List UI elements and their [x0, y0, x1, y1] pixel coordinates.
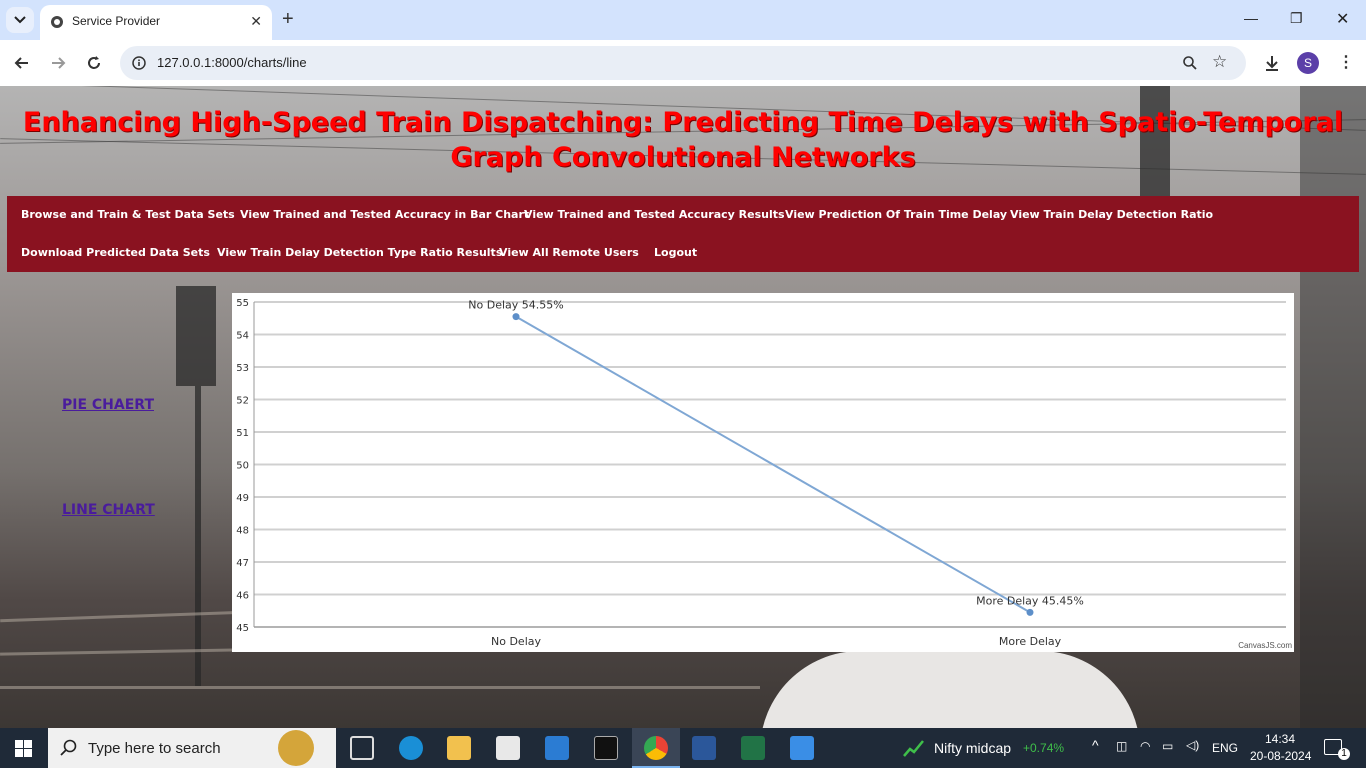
search-placeholder: Type here to search — [88, 740, 221, 757]
chart-credit[interactable]: CanvasJS.com — [1238, 641, 1292, 650]
signal-post — [195, 386, 201, 686]
chrome-icon — [644, 736, 668, 760]
browser-toolbar: 127.0.0.1:8000/charts/line ☆ S ⋮ — [0, 40, 1366, 86]
browser-tab-bar: Service Provider ✕ + — ❐ ✕ — [0, 0, 1366, 40]
chrome-taskbar-active[interactable] — [632, 728, 680, 768]
profile-avatar[interactable]: S — [1297, 52, 1319, 74]
nav-logout[interactable]: Logout — [654, 246, 697, 259]
y-tick-label: 49 — [236, 493, 249, 504]
restore-icon[interactable]: ❐ — [1290, 10, 1303, 27]
y-tick-label: 51 — [236, 428, 249, 439]
search-highlight-icon — [278, 730, 314, 766]
globe-icon — [51, 16, 63, 28]
y-tick-label: 50 — [236, 461, 249, 472]
excel-icon[interactable] — [741, 736, 765, 760]
taskbar-search[interactable]: Type here to search — [48, 728, 336, 768]
notification-count: 1 — [1338, 748, 1350, 760]
new-tab-button[interactable]: + — [282, 8, 294, 30]
windows-start-icon[interactable] — [15, 740, 32, 757]
rail-track — [0, 686, 760, 689]
language-indicator[interactable]: ENG — [1212, 741, 1238, 755]
nav-delay-detection-ratio[interactable]: View Train Delay Detection Ratio — [1010, 208, 1213, 221]
reload-icon[interactable] — [84, 53, 104, 73]
signal-light — [176, 286, 216, 386]
wifi-icon[interactable]: ◠ — [1140, 739, 1150, 753]
clock-time[interactable]: 14:34 — [1265, 732, 1295, 746]
catenary-mast — [1300, 86, 1366, 728]
page-title-line2: Graph Convolutional Networks — [450, 142, 916, 173]
y-tick-label: 47 — [236, 558, 249, 569]
file-explorer-icon[interactable] — [447, 736, 471, 760]
battery-icon[interactable]: ▭ — [1162, 739, 1173, 753]
line-chart-link[interactable]: LINE CHART — [62, 502, 155, 518]
close-tab-icon[interactable]: ✕ — [250, 13, 262, 30]
clock-date[interactable]: 20-08-2024 — [1250, 749, 1311, 763]
photos-icon[interactable] — [790, 736, 814, 760]
train-nose — [760, 651, 1140, 728]
download-icon[interactable] — [1262, 53, 1282, 73]
y-tick-label: 48 — [236, 526, 249, 537]
search-icon — [60, 739, 77, 756]
y-tick-label: 46 — [236, 591, 249, 602]
site-info-icon[interactable] — [132, 56, 146, 70]
mail-icon[interactable] — [545, 736, 569, 760]
nav-accuracy-results[interactable]: View Trained and Tested Accuracy Results — [524, 208, 785, 221]
nav-accuracy-bar-chart[interactable]: View Trained and Tested Accuracy in Bar … — [240, 208, 529, 221]
address-bar[interactable]: 127.0.0.1:8000/charts/line ☆ — [120, 46, 1246, 80]
tray-chevron-up-icon[interactable]: ^ — [1092, 737, 1099, 753]
zoom-icon[interactable] — [1182, 55, 1198, 71]
ticker-name[interactable]: Nifty midcap — [934, 740, 1011, 756]
tab-title: Service Provider — [72, 14, 161, 28]
page-title: Enhancing High-Speed Train Dispatching: … — [20, 105, 1346, 175]
taskbar: Type here to search Nifty midcap +0.74% … — [0, 728, 1366, 768]
y-tick-label: 53 — [236, 363, 249, 374]
x-tick-label: More Delay — [999, 635, 1062, 648]
kebab-menu-icon[interactable]: ⋮ — [1338, 52, 1354, 72]
stock-chart-icon — [903, 740, 924, 757]
back-icon[interactable] — [12, 53, 32, 73]
y-tick-label: 54 — [236, 331, 249, 342]
pie-chart-link[interactable]: PIE CHAERT — [62, 397, 154, 413]
data-point — [1026, 608, 1034, 616]
ticker-change: +0.74% — [1023, 741, 1065, 755]
y-tick-label: 52 — [236, 396, 249, 407]
x-tick-label: No Delay — [491, 635, 541, 648]
page-content: Enhancing High-Speed Train Dispatching: … — [0, 86, 1366, 728]
terminal-icon[interactable] — [594, 736, 618, 760]
y-tick-label: 55 — [236, 298, 249, 309]
forward-icon[interactable] — [48, 53, 68, 73]
minimize-icon[interactable]: — — [1244, 10, 1258, 26]
data-label: More Delay 45.45% — [976, 594, 1084, 607]
meet-now-icon[interactable]: ◫ — [1116, 739, 1127, 753]
store-icon[interactable] — [496, 736, 520, 760]
tab-search-button[interactable] — [6, 7, 34, 33]
bookmark-star-icon[interactable]: ☆ — [1212, 52, 1227, 72]
nav-detection-type-ratio[interactable]: View Train Delay Detection Type Ratio Re… — [217, 246, 502, 259]
line-chart: 45 46 47 48 49 50 51 52 53 54 55 No Delay More Delay… — [232, 293, 1294, 652]
nav-download-predicted[interactable]: Download Predicted Data Sets — [21, 246, 210, 259]
chevron-down-icon — [14, 16, 26, 24]
data-point — [512, 313, 520, 321]
volume-icon[interactable]: ◁) — [1186, 738, 1199, 752]
url-text: 127.0.0.1:8000/charts/line — [157, 55, 307, 70]
main-nav: Browse and Train & Test Data Sets View T… — [7, 196, 1359, 272]
close-window-icon[interactable]: ✕ — [1336, 9, 1349, 29]
nav-browse-train-test[interactable]: Browse and Train & Test Data Sets — [21, 208, 235, 221]
browser-tab[interactable]: Service Provider ✕ — [40, 5, 272, 40]
y-tick-label: 45 — [236, 623, 249, 634]
task-view-icon[interactable] — [350, 736, 374, 760]
page-title-line1: Enhancing High-Speed Train Dispatching: … — [22, 107, 1344, 138]
word-icon[interactable] — [692, 736, 716, 760]
nav-prediction-delay[interactable]: View Prediction Of Train Time Delay — [785, 208, 1007, 221]
data-label: No Delay 54.55% — [468, 299, 563, 312]
line-chart-svg: 45 46 47 48 49 50 51 52 53 54 55 No Delay More Delay… — [236, 298, 1286, 648]
edge-icon[interactable] — [399, 736, 423, 760]
nav-remote-users[interactable]: View All Remote Users — [499, 246, 639, 259]
